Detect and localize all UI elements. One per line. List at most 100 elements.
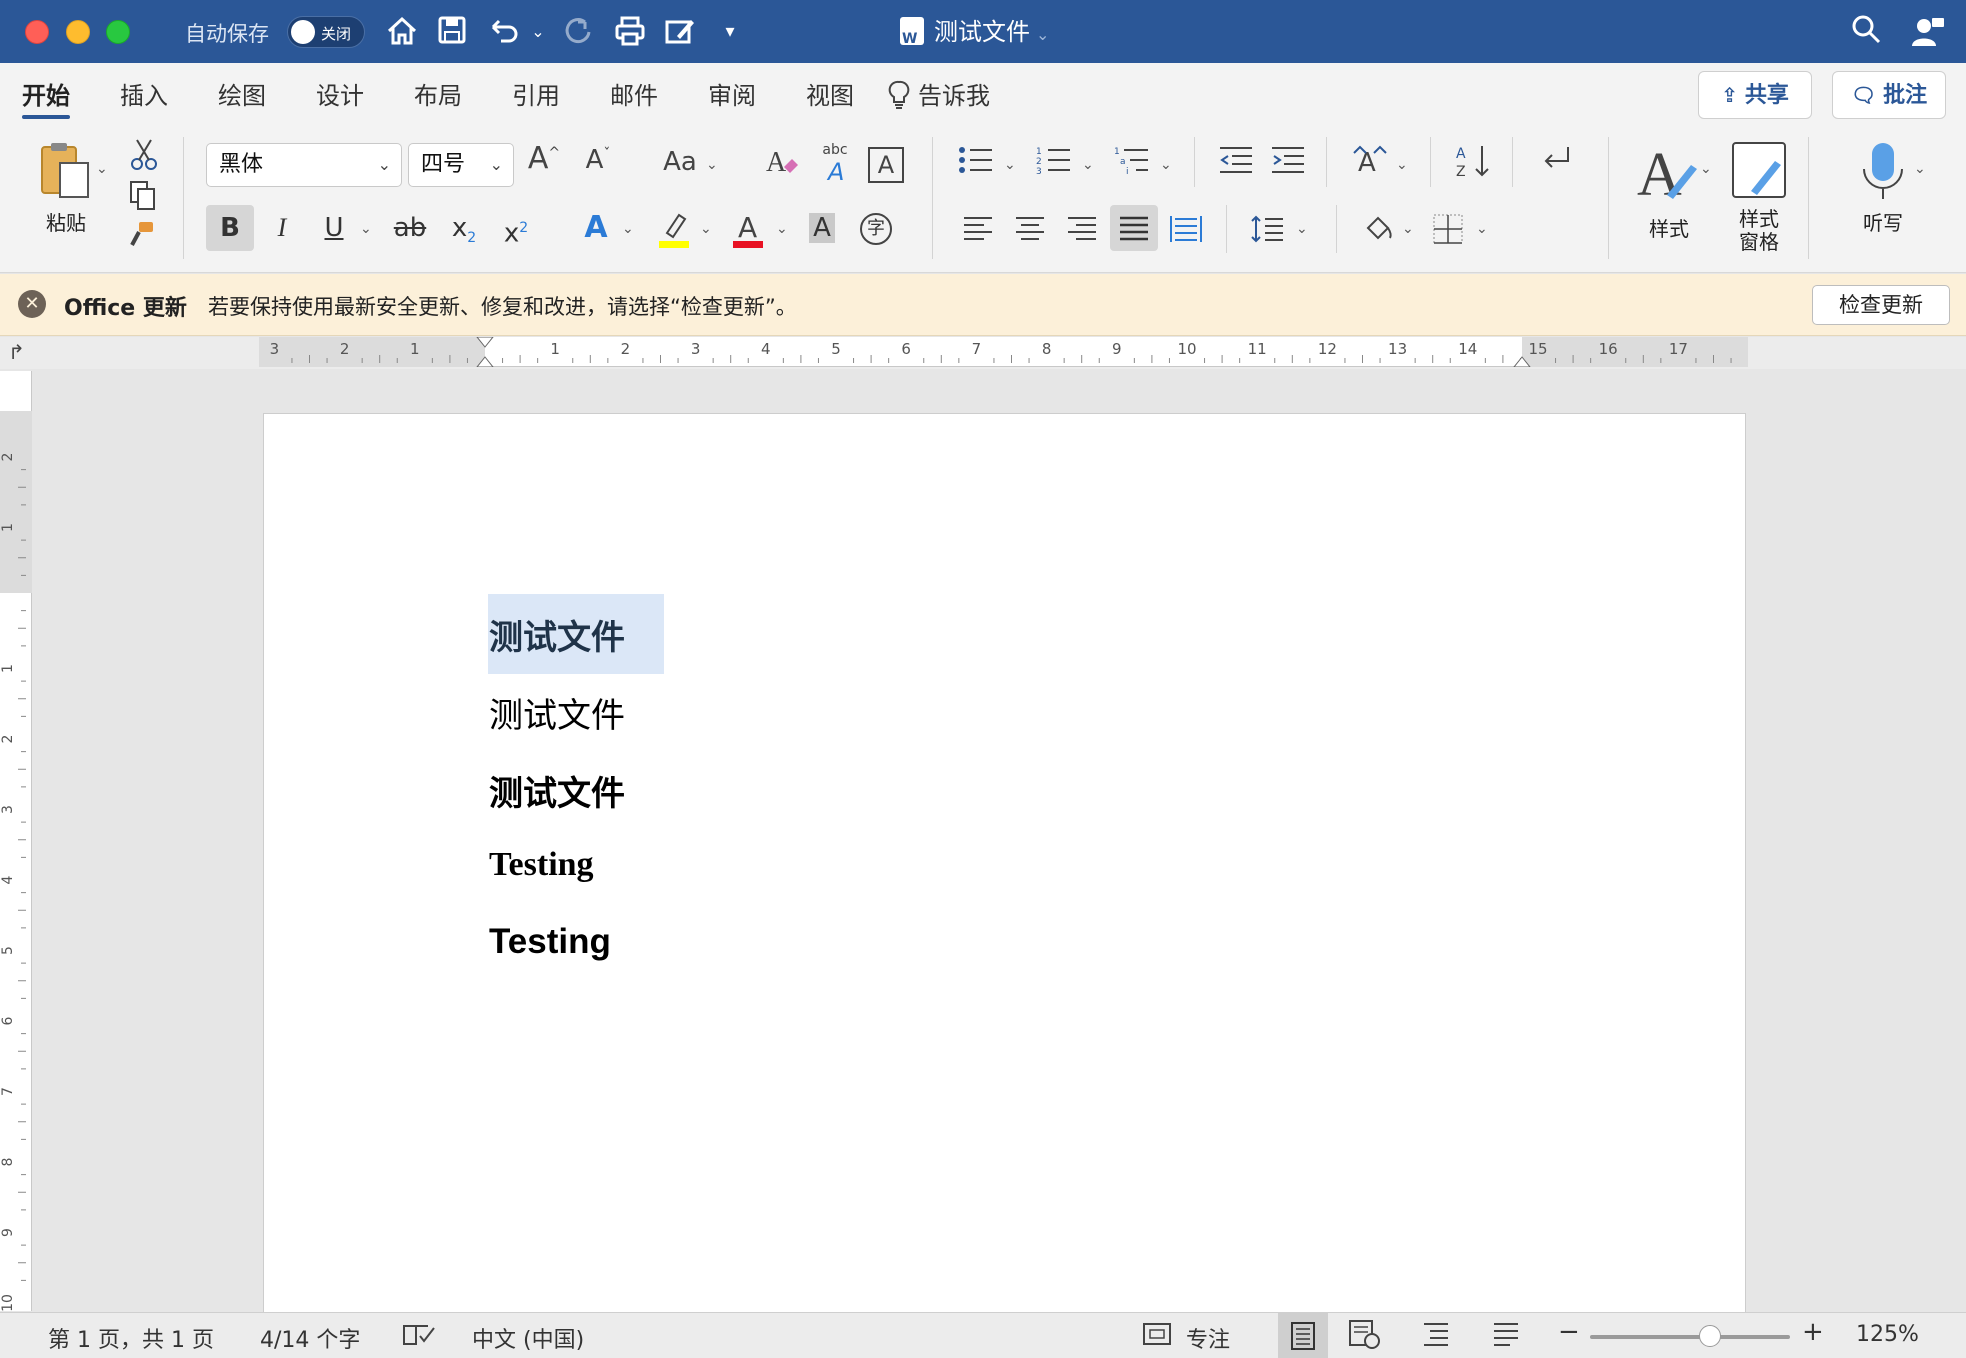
cut-icon[interactable] (126, 137, 162, 179)
zoom-level[interactable]: 125% (1856, 1322, 1919, 1347)
shading-dropdown-icon[interactable]: ⌄ (1402, 221, 1414, 237)
tab-references[interactable]: 引用 (512, 79, 560, 113)
paste-dropdown-icon[interactable]: ⌄ (96, 161, 108, 177)
bullets-dropdown-icon[interactable]: ⌄ (1004, 157, 1016, 173)
print-icon[interactable] (610, 14, 650, 50)
language-status[interactable]: 中文 (中国) (472, 1322, 584, 1354)
underline-button[interactable]: U (310, 205, 358, 251)
enclose-characters-button[interactable]: 字 (852, 205, 900, 251)
tab-view[interactable]: 视图 (806, 79, 854, 113)
font-color-button[interactable]: A (724, 205, 772, 251)
word-count[interactable]: 4/14 个字 (260, 1322, 360, 1354)
font-size-combo[interactable]: 四号 ⌄ (408, 143, 514, 187)
justify-icon[interactable] (1110, 205, 1158, 251)
tab-insert[interactable]: 插入 (120, 79, 168, 113)
numbering-icon[interactable]: 123 (1034, 145, 1074, 179)
bold-button[interactable]: B (206, 205, 254, 251)
outline-view-icon[interactable] (1420, 1319, 1452, 1355)
line-spacing-dropdown-icon[interactable]: ⌄ (1296, 221, 1308, 237)
customize-toolbar-icon[interactable]: ▾ (718, 14, 742, 50)
shrink-font-button[interactable]: Aˇ (580, 145, 616, 175)
doc-paragraph[interactable]: 测试文件 (489, 688, 625, 737)
highlight-button[interactable] (650, 205, 698, 251)
underline-dropdown-icon[interactable]: ⌄ (360, 221, 372, 237)
copy-icon[interactable] (124, 179, 160, 219)
strikethrough-button[interactable]: ab (386, 205, 434, 251)
italic-button[interactable]: I (258, 205, 306, 251)
right-indent-marker[interactable] (1513, 356, 1531, 367)
styles-gallery-button[interactable]: A 样式 (1626, 139, 1712, 242)
tab-review[interactable]: 审阅 (708, 79, 756, 113)
draft-view-icon[interactable] (1490, 1319, 1522, 1355)
focus-label[interactable]: 专注 (1186, 1322, 1230, 1354)
save-icon[interactable] (432, 14, 472, 50)
dictate-button[interactable]: 听写 (1840, 139, 1926, 236)
zoom-slider-thumb[interactable] (1699, 1325, 1721, 1347)
distributed-icon[interactable] (1164, 205, 1208, 251)
asian-layout-dropdown-icon[interactable]: ⌄ (1396, 157, 1408, 173)
vertical-ruler[interactable]: 2 1 1 2 3 4 5 6 7 8 9 10 (0, 371, 32, 1311)
superscript-button[interactable]: x2 (492, 205, 540, 251)
tab-draw[interactable]: 绘图 (218, 79, 266, 113)
web-layout-icon[interactable] (1348, 1319, 1380, 1355)
phonetic-guide-button[interactable]: abc A (814, 139, 856, 188)
doc-paragraph[interactable]: 测试文件 (489, 610, 625, 659)
document-page[interactable]: 测试文件 测试文件 测试文件 Testing Testing (263, 413, 1746, 1313)
decrease-indent-icon[interactable] (1216, 145, 1256, 179)
window-close-button[interactable] (25, 20, 49, 44)
change-case-button[interactable]: Aa (658, 147, 702, 177)
shading-icon[interactable] (1356, 205, 1400, 251)
line-spacing-icon[interactable] (1246, 205, 1290, 251)
tab-layout[interactable]: 布局 (414, 79, 462, 113)
zoom-in-icon[interactable]: + (1802, 1317, 1824, 1347)
numbering-dropdown-icon[interactable]: ⌄ (1082, 157, 1094, 173)
undo-icon[interactable] (484, 14, 524, 50)
text-effects-button[interactable]: A (572, 205, 620, 251)
clear-formatting-icon[interactable]: A (762, 143, 802, 183)
edit-document-icon[interactable] (660, 14, 700, 50)
align-right-icon[interactable] (1060, 205, 1104, 251)
zoom-slider-track[interactable] (1590, 1335, 1790, 1339)
dismiss-icon[interactable]: ✕ (18, 290, 46, 318)
comments-button[interactable]: 🗨 批注 (1832, 71, 1946, 119)
zoom-out-icon[interactable]: − (1558, 1317, 1580, 1347)
format-painter-icon[interactable] (124, 219, 160, 259)
tab-mailings[interactable]: 邮件 (610, 79, 658, 113)
character-shading-button[interactable]: A (802, 205, 842, 251)
highlight-dropdown-icon[interactable]: ⌄ (700, 221, 712, 237)
font-color-dropdown-icon[interactable]: ⌄ (776, 221, 788, 237)
grow-font-button[interactable]: A^ (526, 141, 562, 176)
search-icon[interactable] (1846, 14, 1886, 50)
multilevel-list-icon[interactable]: 1ai (1112, 145, 1152, 179)
dictate-dropdown-icon[interactable]: ⌄ (1914, 161, 1926, 177)
indent-marker[interactable] (476, 337, 494, 367)
styles-dropdown-icon[interactable]: ⌄ (1700, 161, 1712, 177)
text-effects-dropdown-icon[interactable]: ⌄ (622, 221, 634, 237)
multilevel-dropdown-icon[interactable]: ⌄ (1160, 157, 1172, 173)
asian-layout-icon[interactable]: A (1350, 145, 1390, 179)
document-title[interactable]: 测试文件 ⌄ (900, 14, 1049, 57)
paste-button[interactable]: 粘贴 (26, 139, 106, 236)
doc-paragraph[interactable]: 测试文件 (489, 766, 625, 815)
sort-icon[interactable]: AZ (1454, 143, 1494, 183)
borders-icon[interactable] (1426, 205, 1470, 251)
subscript-button[interactable]: x2 (440, 205, 488, 251)
font-name-combo[interactable]: 黑体 ⌄ (206, 143, 402, 187)
character-border-button[interactable]: A (868, 147, 904, 183)
account-icon[interactable] (1906, 14, 1950, 50)
undo-dropdown-icon[interactable]: ⌄ (528, 14, 548, 50)
tell-me-box[interactable]: 告诉我 (888, 79, 990, 113)
align-center-icon[interactable] (1008, 205, 1052, 251)
check-updates-button[interactable]: 检查更新 (1812, 285, 1950, 325)
borders-dropdown-icon[interactable]: ⌄ (1476, 221, 1488, 237)
share-button[interactable]: ⇪ 共享 (1698, 71, 1812, 119)
tab-home[interactable]: 开始 (22, 79, 70, 119)
window-minimize-button[interactable] (66, 20, 90, 44)
doc-paragraph[interactable]: Testing (489, 922, 611, 962)
doc-paragraph[interactable]: Testing (489, 846, 594, 884)
horizontal-ruler[interactable]: 3 2 1 1 2 3 4 5 6 7 8 9 10 11 12 13 14 15 16 17 (259, 337, 1748, 367)
increase-indent-icon[interactable] (1268, 145, 1308, 179)
page-count[interactable]: 第 1 页，共 1 页 (48, 1322, 214, 1354)
tab-design[interactable]: 设计 (316, 79, 364, 113)
styles-pane-button[interactable]: 样式 窗格 (1724, 139, 1794, 253)
